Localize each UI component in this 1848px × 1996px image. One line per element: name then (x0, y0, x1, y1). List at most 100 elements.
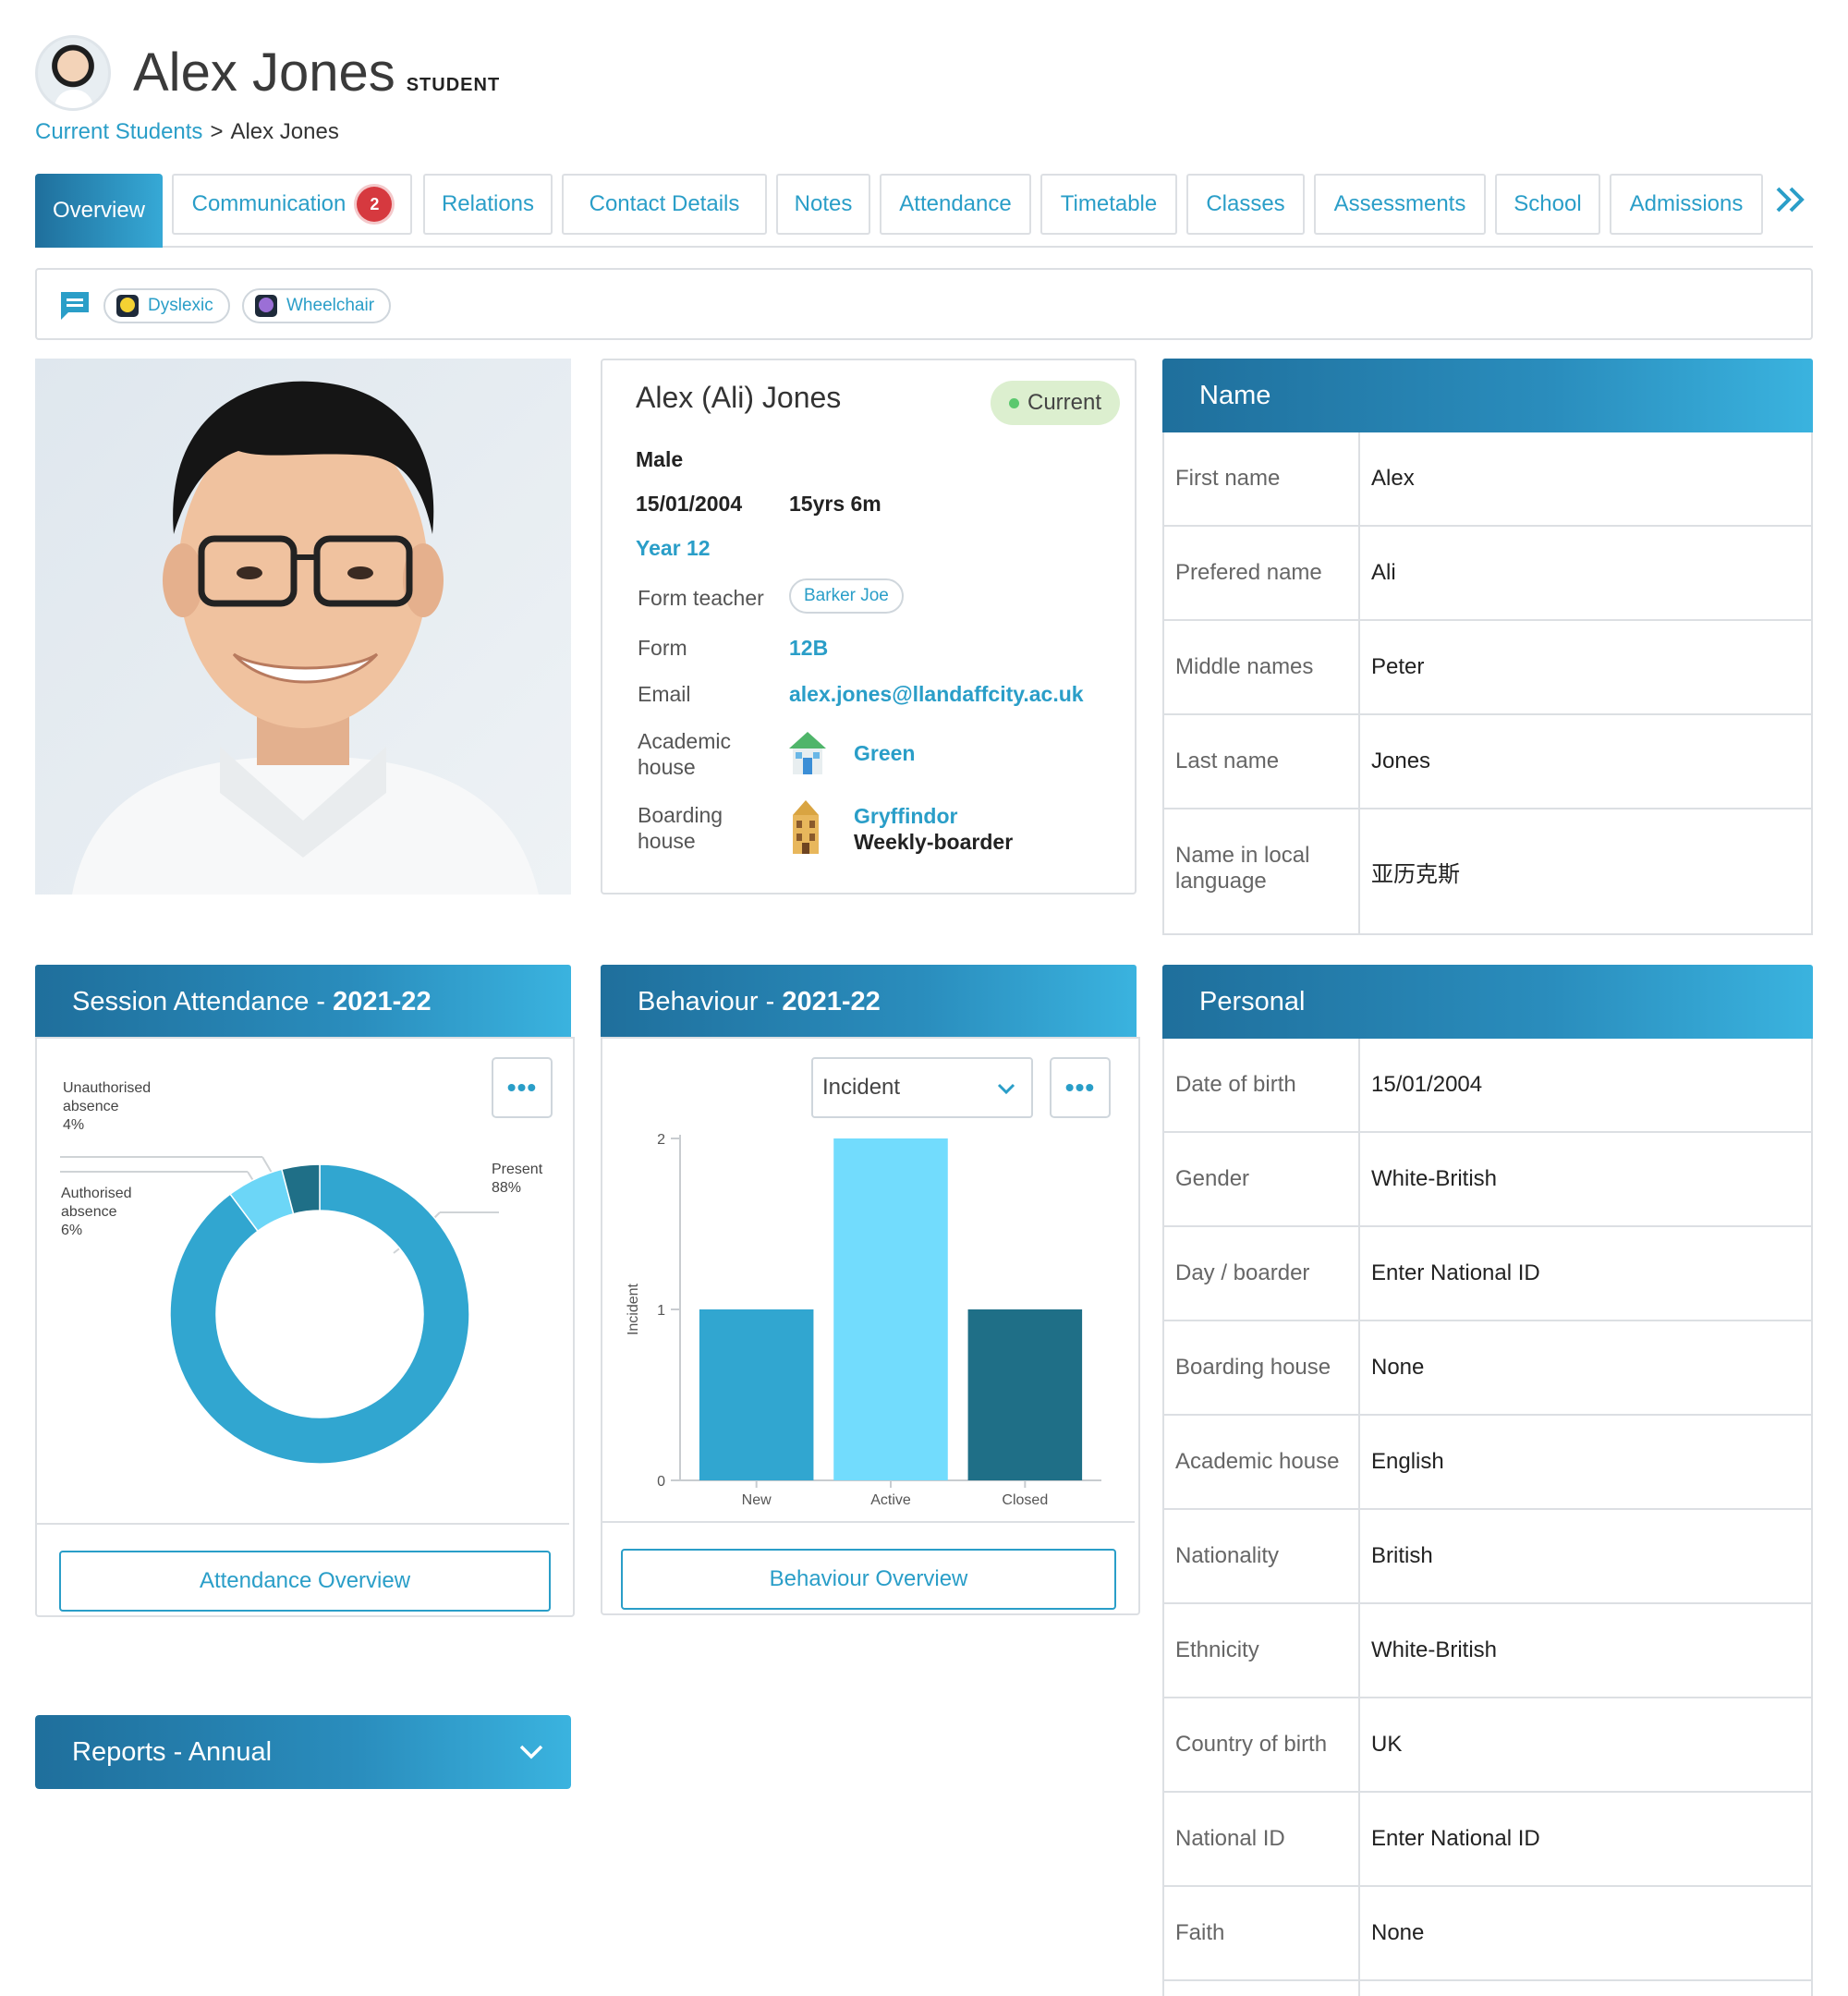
avatar (35, 35, 111, 111)
tab-attendance[interactable]: Attendance (880, 174, 1031, 235)
tab-label: Communication (191, 191, 346, 216)
form-teacher-chip[interactable]: Barker Joe (789, 578, 904, 614)
breadcrumb-current: Alex Jones (230, 119, 339, 144)
authorised-label-line2: absence (61, 1204, 117, 1220)
table-row: Country of birth UK (1164, 1698, 1811, 1793)
field-label: Prefered name (1175, 560, 1322, 585)
field-value: Ali (1371, 560, 1396, 585)
field-value: 亚历克斯 (1371, 862, 1460, 887)
present-pct: 88% (492, 1180, 522, 1196)
field-label: Gender (1175, 1166, 1250, 1191)
unauthorised-label-line1: Unauthorised (63, 1080, 152, 1096)
tab-communication[interactable]: Communication 2 (172, 174, 412, 235)
behaviour-bar-chart: 0 1 2 Incident New Active Closed (626, 1132, 1101, 1508)
field-label: Country of birth (1175, 1732, 1328, 1757)
wheelchair-badge-icon (255, 295, 277, 317)
field-value: White-British (1371, 1637, 1498, 1662)
academic-house-label: Academic house (638, 729, 731, 779)
unauthorised-pct: 4% (63, 1117, 85, 1133)
table-row: Prefered name Ali (1164, 527, 1811, 621)
tab-contact-details[interactable]: Contact Details (562, 174, 767, 235)
field-value: Enter National ID (1371, 1260, 1540, 1285)
tag-wheelchair[interactable]: Wheelchair (242, 288, 392, 323)
attendance-overview-button[interactable]: Attendance Overview (59, 1551, 551, 1612)
field-label: First name (1175, 466, 1281, 491)
table-row: Boarding house None (1164, 1321, 1811, 1416)
tab-label: Assessments (1333, 191, 1466, 216)
student-summary-card: Alex (Ali) Jones Current Male 15/01/2004… (601, 359, 1137, 895)
behaviour-overview-button[interactable]: Behaviour Overview (621, 1549, 1116, 1610)
year-group-link[interactable]: Year 12 (636, 536, 711, 561)
table-row: Last name Jones (1164, 715, 1811, 809)
tab-label: Attendance (899, 191, 1012, 216)
table-row: Faith None (1164, 1887, 1811, 1981)
more-tabs-chevron-icon[interactable] (1772, 181, 1809, 227)
tab-assessments[interactable]: Assessments (1314, 174, 1486, 235)
table-row: Ethnicity White-British (1164, 1604, 1811, 1698)
form-link[interactable]: 12B (789, 636, 828, 661)
table-row (1164, 1981, 1811, 1996)
field-label: National ID (1175, 1826, 1285, 1851)
breadcrumb-link-current-students[interactable]: Current Students (35, 119, 202, 144)
tag-label: Wheelchair (286, 296, 375, 315)
field-label: Ethnicity (1175, 1637, 1259, 1662)
role-label: STUDENT (406, 75, 501, 95)
status-badge: Current (991, 381, 1121, 425)
attendance-panel-header: Session Attendance - 2021-22 (35, 965, 571, 1039)
tab-timetable[interactable]: Timetable (1040, 174, 1177, 235)
student-full-name: Alex (Ali) Jones (636, 381, 842, 414)
personal-table: Date of birth 15/01/2004 Gender White-Briti… (1162, 1039, 1813, 1996)
x-tick-label: Closed (1002, 1492, 1048, 1508)
field-value: Jones (1371, 748, 1431, 773)
behaviour-panel-header: Behaviour - 2021-22 (601, 965, 1137, 1039)
bar-closed (967, 1309, 1083, 1480)
attendance-chart-card: ••• Unauthorised absence 4% Authorised a… (35, 1037, 575, 1617)
tab-label: Notes (794, 191, 853, 216)
table-row: Middle names Peter (1164, 621, 1811, 715)
x-tick-label: Active (870, 1492, 911, 1508)
table-row: National ID Enter National ID (1164, 1793, 1811, 1887)
table-row: Date of birth 15/01/2004 (1164, 1039, 1811, 1133)
boarding-house-link[interactable]: Gryffindor (854, 804, 957, 829)
form-teacher-label: Form teacher (638, 586, 764, 610)
personal-panel-header: Personal (1162, 965, 1813, 1039)
tab-school[interactable]: School (1495, 174, 1600, 235)
email-link[interactable]: alex.jones@llandaffcity.ac.uk (789, 682, 1084, 707)
name-panel: Name First name Alex Prefered name Ali Mid… (1162, 359, 1813, 935)
field-value: None (1371, 1920, 1425, 1945)
tab-admissions[interactable]: Admissions (1610, 174, 1763, 235)
gender-value: Male (636, 447, 684, 471)
field-label: Academic house (1175, 1449, 1340, 1474)
reports-panel-header: Reports - Annual (35, 1715, 571, 1789)
tab-label: School (1514, 191, 1582, 216)
house-icon (785, 728, 830, 781)
authorised-label-line1: Authorised (61, 1186, 132, 1201)
dob-value: 15/01/2004 (636, 492, 743, 516)
tab-classes[interactable]: Classes (1186, 174, 1305, 235)
y-tick-label: 0 (657, 1474, 665, 1490)
boarding-house-label: Boarding house (638, 803, 723, 853)
message-icon[interactable] (59, 290, 91, 326)
field-value: Alex (1371, 466, 1415, 491)
tab-label: Classes (1206, 191, 1285, 216)
tag-label: Dyslexic (148, 296, 213, 315)
tag-dyslexic[interactable]: Dyslexic (103, 288, 230, 323)
tab-overview[interactable]: Overview (35, 174, 163, 248)
table-row: Gender White-British (1164, 1133, 1811, 1227)
name-table: First name Alex Prefered name Ali Middle n… (1162, 432, 1813, 935)
field-value: Peter (1371, 654, 1425, 679)
reports-panel[interactable]: Reports - Annual (35, 1715, 571, 1789)
table-row: Nationality British (1164, 1510, 1811, 1604)
y-tick-label: 2 (657, 1132, 665, 1148)
academic-house-link[interactable]: Green (854, 741, 915, 766)
breadcrumb-separator: > (210, 119, 224, 144)
tab-notes[interactable]: Notes (776, 174, 870, 235)
field-label: Date of birth (1175, 1072, 1296, 1097)
bar-active (833, 1138, 948, 1480)
boarding-house-icon (787, 798, 824, 860)
tab-relations[interactable]: Relations (423, 174, 553, 235)
bar-new (699, 1309, 814, 1480)
tab-bar: Overview Communication 2 Relations Contac… (35, 174, 1813, 248)
authorised-pct: 6% (61, 1223, 83, 1238)
chevron-down-icon[interactable] (517, 1743, 545, 1761)
